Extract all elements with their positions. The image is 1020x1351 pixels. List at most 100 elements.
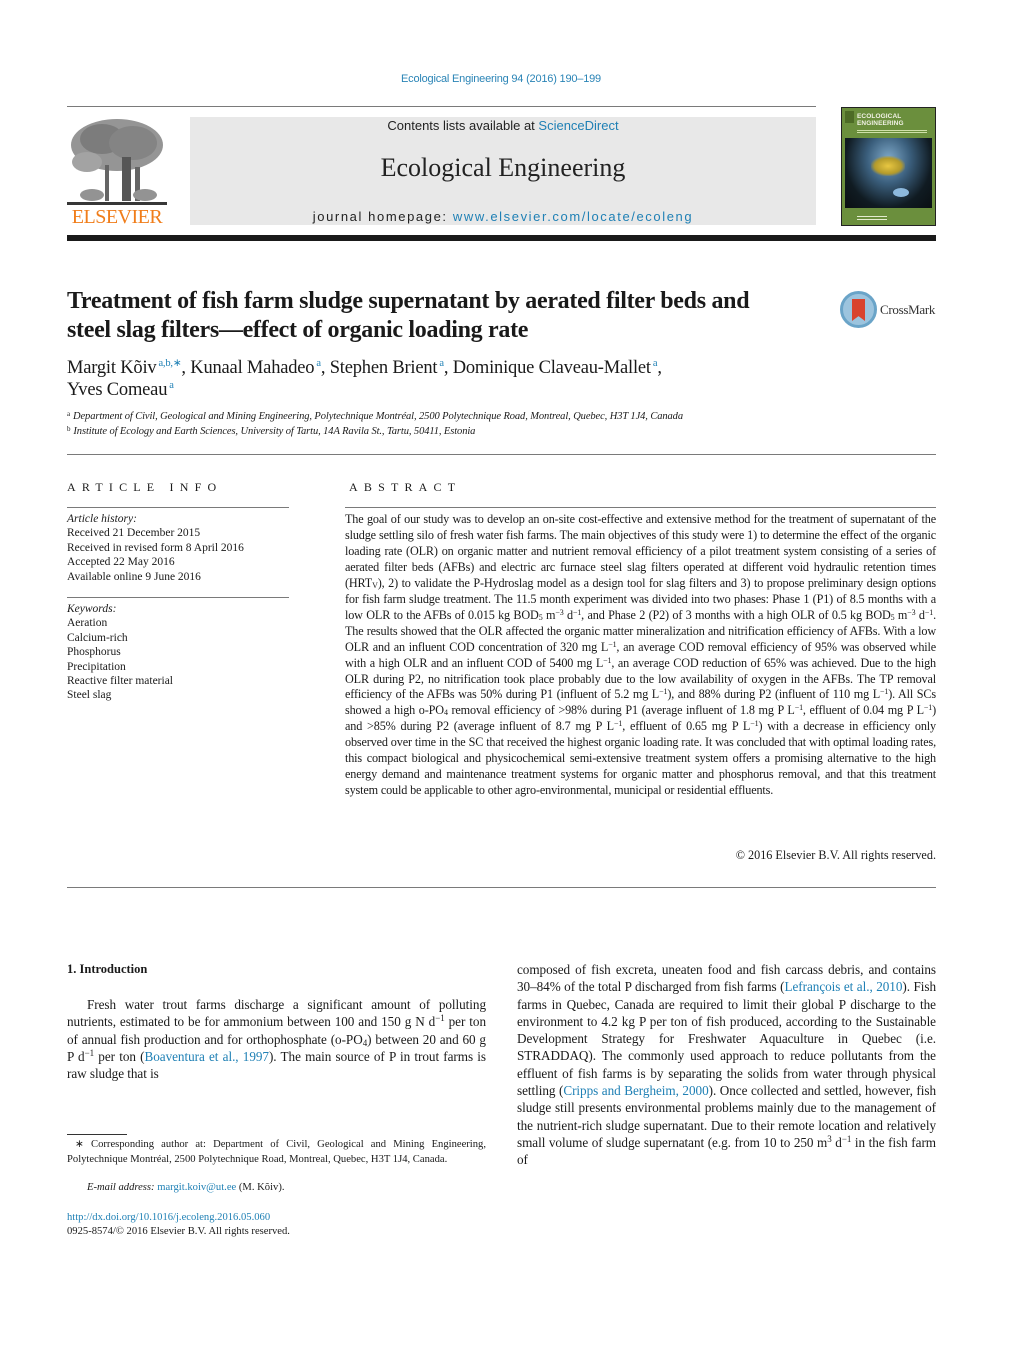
cover-fish-icon [893, 188, 909, 197]
journal-name: Ecological Engineering [380, 153, 626, 182]
superscript: −1 [613, 719, 623, 729]
elsevier-tree-icon [67, 117, 167, 209]
text-fragment: per ton ( [94, 1048, 145, 1064]
affiliation-b: b Institute of Ecology and Earth Sciences… [67, 426, 476, 438]
author-name[interactable]: Yves Comeau [67, 380, 167, 400]
email-label: E-mail address: [87, 1182, 158, 1193]
abstract-text: The goal of our study was to develop an … [345, 512, 936, 799]
author-affiliation-marks[interactable]: a [169, 380, 174, 391]
author-separator: , [443, 358, 453, 378]
superscript: −3 [555, 607, 564, 617]
doi-link[interactable]: http://dx.doi.org/10.1016/j.ecoleng.2016… [67, 1212, 270, 1223]
crossmark-button[interactable]: CrossMark [840, 291, 940, 329]
journal-cover-image[interactable]: ECOLOGICAL ENGINEERING [841, 107, 936, 226]
keywords-rule [67, 597, 289, 598]
text-fragment: ), and 88% during P2 (influent of 110 mg… [667, 687, 880, 702]
cover-title-line1: ECOLOGICAL [857, 113, 902, 120]
author-separator: , [181, 358, 191, 378]
introduction-right-column: composed of fish excreta, uneaten food a… [517, 961, 936, 1169]
cover-title: ECOLOGICAL ENGINEERING [857, 113, 904, 127]
author-list: Margit Kõiv a,b,∗, Kunaal Mahadeo a, Steph… [67, 357, 827, 401]
abstract-copyright: © 2016 Elsevier B.V. All rights reserved… [735, 848, 936, 862]
text-fragment: , effluent of 0.04 mg P L [802, 703, 924, 718]
keyword-item: Precipitation [67, 660, 126, 673]
author-affiliation-marks[interactable]: a,b,∗ [158, 358, 181, 369]
contents-prefix: Contents lists available at [387, 118, 539, 133]
header-top-rule [67, 106, 816, 107]
header-thick-rule [67, 235, 936, 241]
superscript: −1 [924, 607, 934, 617]
sciencedirect-link[interactable]: ScienceDirect [538, 118, 618, 133]
cover-title-line2: ENGINEERING [857, 120, 904, 127]
abstract-heading: ABSTRACT [349, 480, 462, 494]
article-history-label: Article history: [67, 513, 137, 525]
superscript: −1 [572, 607, 582, 617]
text-fragment: d [563, 607, 573, 622]
footnote-rule [67, 1134, 127, 1135]
history-item: Received 21 December 2015 [67, 527, 201, 540]
cover-footer [857, 214, 887, 220]
introduction-left-column: Fresh water trout farms discharge a sign… [67, 996, 486, 1082]
introduction-heading: 1. Introduction [67, 962, 148, 976]
affiliation-mark: a [67, 410, 71, 418]
keyword-item: Calcium-rich [67, 631, 128, 644]
cover-publisher-icon [845, 111, 854, 123]
email-link[interactable]: margit.koiv@ut.ee [157, 1182, 236, 1193]
abstract-rule [345, 507, 936, 508]
author-name[interactable]: Dominique Claveau-Mallet [453, 358, 651, 378]
journal-homepage-line: journal homepage: www.elsevier.com/locat… [190, 209, 816, 224]
history-item: Available online 9 June 2016 [67, 570, 201, 583]
author-name[interactable]: Kunaal Mahadeo [190, 358, 314, 378]
text-fragment: d [915, 607, 925, 622]
journal-header-box: Contents lists available at ScienceDirec… [190, 117, 816, 225]
email-footnote: E-mail address: margit.koiv@ut.ee (M. Kõ… [87, 1182, 285, 1193]
text-fragment: , effluent of 0.65 mg P L [622, 719, 751, 734]
superscript: −1 [923, 703, 933, 713]
history-item: Received in revised form 8 April 2016 [67, 541, 244, 554]
superscript: −1 [880, 687, 889, 697]
keyword-item: Aeration [67, 617, 108, 630]
text-fragment: , and Phase 2 (P2) of 3 months with a hi… [581, 607, 891, 622]
author-name[interactable]: Margit Kõiv [67, 358, 157, 378]
affiliation-a: a Department of Civil, Geological and Min… [67, 410, 683, 423]
crossmark-icon [840, 291, 877, 328]
homepage-prefix: journal homepage: [312, 209, 453, 224]
keyword-item: Steel slag [67, 689, 112, 702]
body-divider [67, 887, 936, 888]
title-line-2: steel slag filters—effect of organic loa… [67, 317, 529, 343]
keywords-list: Keywords: Aeration Calcium-rich Phosphor… [67, 602, 289, 703]
superscript: −1 [794, 703, 803, 713]
author-separator: , [320, 358, 330, 378]
issn-copyright: 0925-8574/© 2016 Elsevier B.V. All right… [67, 1226, 290, 1237]
superscript: −1 [84, 1047, 95, 1058]
article-info-rule [67, 507, 289, 508]
citation-link[interactable]: Lefrançois et al., 2010 [784, 979, 902, 994]
affiliation-text: Institute of Ecology and Earth Sciences,… [73, 426, 476, 437]
title-line-1: Treatment of fish farm sludge supernatan… [67, 288, 750, 314]
text-fragment: ). Fish farms in Quebec, Canada are requ… [517, 979, 936, 1099]
cover-subtitle [857, 130, 927, 135]
cover-artwork [845, 138, 932, 208]
corresponding-author-footnote: ∗ Corresponding author at: Department of… [67, 1138, 486, 1167]
superscript: −1 [841, 1133, 852, 1144]
crossmark-label: CrossMark [880, 302, 936, 317]
text-fragment: removal efficiency of >98% during P1 (av… [447, 703, 795, 718]
corresponding-author-text: ∗ Corresponding author at: Department of… [67, 1139, 486, 1165]
text-fragment: d [831, 1134, 842, 1150]
journal-reference-link[interactable]: Ecological Engineering 94 (2016) 190–199 [0, 73, 1002, 85]
elsevier-logo[interactable]: ELSEVIER [67, 117, 167, 229]
section-divider [67, 454, 936, 455]
citation-link[interactable]: Boaventura et al., 1997 [144, 1049, 269, 1064]
author-name[interactable]: Stephen Brient [330, 358, 438, 378]
affiliation-text: Department of Civil, Geological and Mini… [73, 411, 683, 422]
citation-link[interactable]: Cripps and Bergheim, 2000 [563, 1083, 708, 1098]
text-fragment: m [542, 607, 556, 622]
elsevier-wordmark: ELSEVIER [71, 206, 163, 228]
text-fragment: m [894, 607, 908, 622]
article-title: Treatment of fish farm sludge supernatan… [67, 287, 827, 345]
contents-available-line: Contents lists available at ScienceDirec… [190, 118, 816, 133]
crossmark-bookmark-icon [852, 299, 865, 321]
keyword-item: Reactive filter material [67, 675, 173, 688]
journal-homepage-link[interactable]: www.elsevier.com/locate/ecoleng [453, 209, 693, 224]
article-info-heading: ARTICLE INFO [67, 480, 223, 494]
